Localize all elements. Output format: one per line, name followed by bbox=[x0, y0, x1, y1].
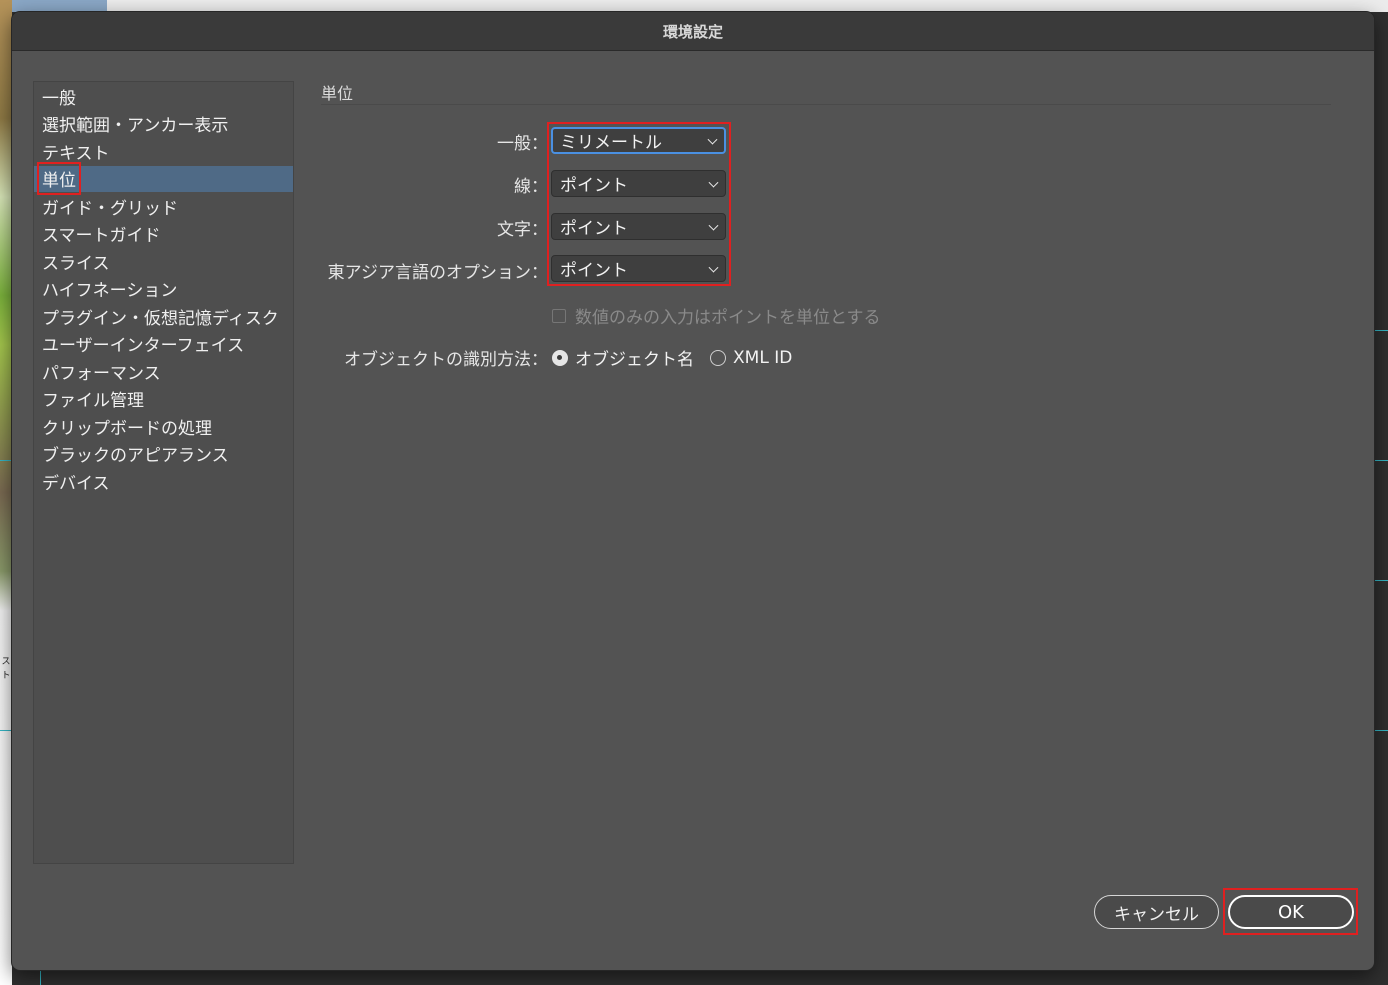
east-asian-unit-label: 東アジア言語のオプション： bbox=[327, 263, 548, 283]
chevron-down-icon bbox=[708, 220, 719, 231]
sidebar-item-user-interface[interactable]: ユーザーインターフェイス bbox=[34, 331, 293, 357]
chevron-down-icon bbox=[708, 177, 719, 188]
radio-label[interactable]: オブジェクト名 bbox=[575, 345, 694, 370]
cancel-button[interactable]: キャンセル bbox=[1094, 895, 1219, 929]
general-unit-label: 一般： bbox=[497, 134, 548, 154]
select-value: ポイント bbox=[560, 219, 628, 239]
sidebar-item-guides-grid[interactable]: ガイド・グリッド bbox=[34, 193, 293, 219]
sidebar-item-label: ファイル管理 bbox=[42, 391, 144, 411]
background-canvas-top bbox=[107, 0, 1388, 12]
object-id-radio-group: オブジェクト名 XML ID bbox=[552, 345, 792, 370]
ok-button[interactable]: OK bbox=[1228, 895, 1354, 929]
preferences-dialog: 環境設定 一般 選択範囲・アンカー表示 テキスト 単位 ガイド・グリッド スマー… bbox=[12, 12, 1374, 970]
sidebar-item-file-handling[interactable]: ファイル管理 bbox=[34, 386, 293, 412]
guide-line bbox=[1374, 730, 1388, 731]
sidebar-item-plugins-scratch-disks[interactable]: プラグイン・仮想記憶ディスク bbox=[34, 303, 293, 329]
sidebar-item-label: デバイス bbox=[42, 473, 110, 494]
stroke-unit-label: 線： bbox=[514, 177, 548, 197]
sidebar-item-label: クリップボードの処理 bbox=[42, 418, 212, 439]
chevron-down-icon bbox=[708, 262, 719, 273]
checkbox-label: 数値のみの入力はポイントを単位とする bbox=[575, 308, 881, 328]
general-unit-select[interactable]: ミリメートル bbox=[551, 127, 726, 154]
sidebar-item-black-appearance[interactable]: ブラックのアピアランス bbox=[34, 441, 293, 467]
section-title: 単位 bbox=[321, 84, 354, 103]
preferences-category-list[interactable]: 一般 選択範囲・アンカー表示 テキスト 単位 ガイド・グリッド スマートガイド … bbox=[33, 81, 294, 864]
stroke-unit-select[interactable]: ポイント bbox=[551, 170, 726, 197]
background-canvas bbox=[0, 0, 12, 985]
sidebar-item-label: ブラックのアピアランス bbox=[42, 446, 229, 466]
type-unit-label: 文字： bbox=[497, 220, 548, 240]
background-image-strip bbox=[12, 0, 107, 12]
section-divider bbox=[321, 104, 1331, 105]
sidebar-item-general[interactable]: 一般 bbox=[34, 83, 293, 109]
dialog-title: 環境設定 bbox=[12, 12, 1374, 51]
sidebar-item-label: 一般 bbox=[42, 88, 76, 109]
sidebar-item-clipboard-handling[interactable]: クリップボードの処理 bbox=[34, 413, 293, 439]
numbers-only-points-checkbox bbox=[552, 308, 566, 323]
sidebar-item-label: ガイド・グリッド bbox=[42, 198, 178, 219]
sidebar-item-label: プラグイン・仮想記憶ディスク bbox=[42, 308, 279, 329]
sidebar-item-label: ハイフネーション bbox=[42, 281, 178, 301]
numbers-only-points-option: 数値のみの入力はポイントを単位とする bbox=[552, 303, 881, 328]
guide-line bbox=[40, 970, 41, 985]
sidebar-item-hyphenation[interactable]: ハイフネーション bbox=[34, 276, 293, 302]
sidebar-item-label: テキスト bbox=[42, 143, 110, 164]
sidebar-item-label: パフォーマンス bbox=[42, 363, 161, 384]
sidebar-item-text[interactable]: テキスト bbox=[34, 138, 293, 164]
sidebar-item-label: スライス bbox=[42, 253, 110, 274]
type-unit-select[interactable]: ポイント bbox=[551, 213, 726, 240]
chevron-down-icon bbox=[707, 134, 718, 145]
select-value: ミリメートル bbox=[560, 133, 662, 153]
guide-line bbox=[1374, 580, 1388, 581]
sidebar-item-smart-guides[interactable]: スマートガイド bbox=[34, 221, 293, 247]
east-asian-unit-select[interactable]: ポイント bbox=[551, 255, 726, 282]
sidebar-item-label: ユーザーインターフェイス bbox=[42, 336, 245, 356]
guide-line bbox=[1374, 460, 1388, 461]
sidebar-item-devices[interactable]: デバイス bbox=[34, 468, 293, 494]
select-value: ポイント bbox=[560, 176, 628, 196]
sidebar-item-units[interactable]: 単位 bbox=[34, 162, 293, 195]
radio-label[interactable]: XML ID bbox=[733, 348, 792, 368]
object-name-radio[interactable] bbox=[552, 349, 568, 366]
sidebar-item-selection-anchor[interactable]: 選択範囲・アンカー表示 bbox=[34, 111, 293, 137]
sidebar-item-label: 単位 bbox=[37, 162, 81, 195]
sidebar-item-label: スマートガイド bbox=[42, 226, 161, 246]
xml-id-radio[interactable] bbox=[710, 349, 726, 366]
select-value: ポイント bbox=[560, 261, 628, 281]
guide-line bbox=[1374, 330, 1388, 331]
object-id-label: オブジェクトの識別方法： bbox=[344, 350, 548, 370]
sidebar-item-slices[interactable]: スライス bbox=[34, 248, 293, 274]
background-side-text: ス ト bbox=[1, 657, 11, 681]
guide-line bbox=[0, 460, 12, 461]
sidebar-item-performance[interactable]: パフォーマンス bbox=[34, 358, 293, 384]
guide-line bbox=[0, 730, 12, 731]
sidebar-item-label: 選択範囲・アンカー表示 bbox=[42, 116, 229, 136]
